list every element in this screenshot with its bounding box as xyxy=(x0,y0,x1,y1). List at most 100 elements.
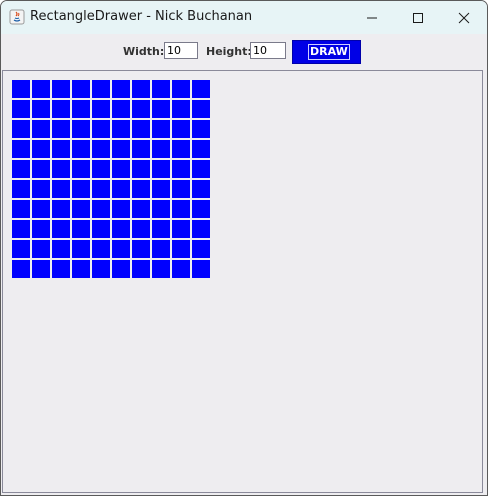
grid-rectangle xyxy=(132,160,150,178)
maximize-icon xyxy=(413,13,423,23)
grid-rectangle xyxy=(92,200,110,218)
grid-rectangle xyxy=(172,140,190,158)
draw-button-label: DRAW xyxy=(308,44,350,60)
grid-rectangle xyxy=(172,80,190,98)
grid-rectangle xyxy=(12,120,30,138)
grid-rectangle xyxy=(152,180,170,198)
grid-rectangle xyxy=(152,120,170,138)
grid-rectangle xyxy=(12,240,30,258)
grid-rectangle xyxy=(112,220,130,238)
grid-rectangle xyxy=(72,100,90,118)
grid-rectangle xyxy=(192,140,210,158)
grid-rectangle xyxy=(52,200,70,218)
grid-rectangle xyxy=(132,120,150,138)
grid-rectangle xyxy=(72,240,90,258)
drawing-canvas xyxy=(2,70,483,493)
grid-rectangle xyxy=(52,100,70,118)
draw-button[interactable]: DRAW xyxy=(292,40,361,64)
grid-rectangle xyxy=(112,160,130,178)
grid-rectangle xyxy=(52,260,70,278)
grid-rectangle xyxy=(92,220,110,238)
grid-rectangle xyxy=(12,80,30,98)
grid-rectangle xyxy=(52,240,70,258)
grid-rectangle xyxy=(112,180,130,198)
grid-rectangle xyxy=(152,200,170,218)
grid-rectangle xyxy=(12,160,30,178)
grid-rectangle xyxy=(52,140,70,158)
grid-rectangle xyxy=(12,220,30,238)
grid-rectangle xyxy=(152,160,170,178)
grid-rectangle xyxy=(112,140,130,158)
grid-rectangle xyxy=(192,220,210,238)
grid-rectangle xyxy=(72,160,90,178)
grid-rectangle xyxy=(12,100,30,118)
grid-rectangle xyxy=(92,100,110,118)
grid-rectangle xyxy=(92,240,110,258)
grid-rectangle xyxy=(32,180,50,198)
grid-rectangle xyxy=(132,260,150,278)
grid-rectangle xyxy=(192,80,210,98)
grid-rectangle xyxy=(192,100,210,118)
grid-rectangle xyxy=(132,200,150,218)
grid-rectangle xyxy=(172,200,190,218)
grid-rectangle xyxy=(152,220,170,238)
grid-rectangle xyxy=(52,220,70,238)
grid-rectangle xyxy=(112,80,130,98)
grid-rectangle xyxy=(192,240,210,258)
grid-rectangle xyxy=(72,200,90,218)
width-label: Width: xyxy=(123,45,165,58)
grid-rectangle xyxy=(92,80,110,98)
grid-rectangle xyxy=(72,260,90,278)
grid-rectangle xyxy=(72,140,90,158)
title-bar[interactable]: RectangleDrawer - Nick Buchanan xyxy=(1,1,487,34)
grid-rectangle xyxy=(172,220,190,238)
height-label: Height: xyxy=(206,45,252,58)
grid-rectangle xyxy=(32,100,50,118)
grid-rectangle xyxy=(172,240,190,258)
grid-rectangle xyxy=(132,100,150,118)
grid-rectangle xyxy=(132,240,150,258)
grid-rectangle xyxy=(32,200,50,218)
grid-rectangle xyxy=(92,140,110,158)
toolbar: Width: Height: DRAW xyxy=(1,34,487,70)
grid-rectangle xyxy=(92,120,110,138)
grid-rectangle xyxy=(92,180,110,198)
grid-rectangle xyxy=(112,200,130,218)
grid-rectangle xyxy=(72,120,90,138)
grid-rectangle xyxy=(52,80,70,98)
grid-rectangle xyxy=(192,160,210,178)
grid-rectangle xyxy=(132,180,150,198)
grid-rectangle xyxy=(92,260,110,278)
grid-rectangle xyxy=(192,260,210,278)
maximize-button[interactable] xyxy=(395,1,441,34)
grid-rectangle xyxy=(152,140,170,158)
grid-rectangle xyxy=(112,260,130,278)
minimize-button[interactable] xyxy=(349,1,395,34)
height-field[interactable] xyxy=(250,42,286,59)
grid-rectangle xyxy=(32,140,50,158)
grid-rectangle xyxy=(192,180,210,198)
grid-rectangle xyxy=(132,220,150,238)
grid-rectangle xyxy=(32,220,50,238)
grid-rectangle xyxy=(132,80,150,98)
app-window: RectangleDrawer - Nick Buchanan Width: H… xyxy=(0,0,488,496)
grid-rectangle xyxy=(32,240,50,258)
grid-rectangle xyxy=(52,180,70,198)
grid-rectangle xyxy=(92,160,110,178)
grid-rectangle xyxy=(152,100,170,118)
minimize-icon xyxy=(367,17,377,19)
grid-rectangle xyxy=(72,80,90,98)
java-app-icon xyxy=(9,9,25,25)
close-button[interactable] xyxy=(441,1,487,34)
grid-rectangle xyxy=(32,120,50,138)
grid-rectangle xyxy=(172,100,190,118)
grid-rectangle xyxy=(112,120,130,138)
width-field[interactable] xyxy=(164,42,198,59)
grid-rectangle xyxy=(152,80,170,98)
grid-rectangle xyxy=(172,180,190,198)
grid-rectangle xyxy=(72,220,90,238)
window-title: RectangleDrawer - Nick Buchanan xyxy=(30,9,253,24)
grid-rectangle xyxy=(192,200,210,218)
grid-rectangle xyxy=(172,120,190,138)
grid-rectangle xyxy=(72,180,90,198)
